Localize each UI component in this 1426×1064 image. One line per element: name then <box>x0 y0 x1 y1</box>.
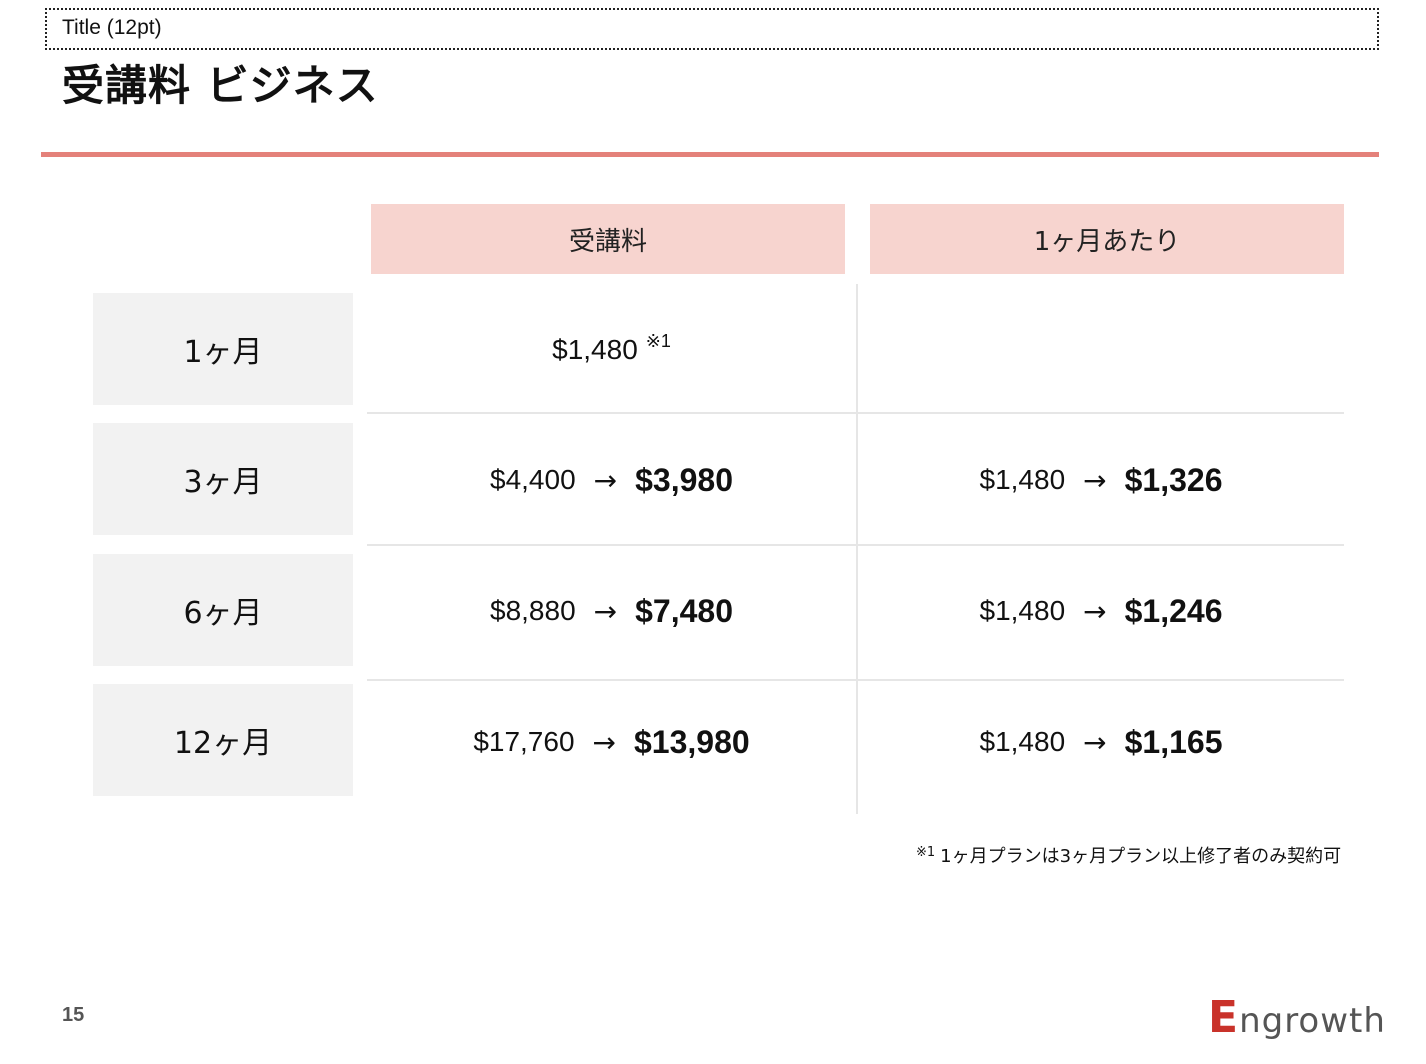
fee-price: $1,480 <box>552 334 638 365</box>
arrow-icon: → <box>1083 463 1107 497</box>
row-label-6-months: 6ヶ月 <box>93 554 353 666</box>
monthly-cell-6-months: $1,480 → $1,246 <box>858 546 1344 676</box>
row-label-1-month: 1ヶ月 <box>93 293 353 405</box>
monthly-cell-12-months: $1,480 → $1,165 <box>858 677 1344 807</box>
footnote-text: 1ヶ月プランは3ヶ月プラン以上修了者のみ契約可 <box>940 846 1342 867</box>
monthly-cell-3-months: $1,480 → $1,326 <box>858 415 1344 545</box>
fee-old-price: $8,880 <box>490 595 576 626</box>
footnote-reference: ※1 <box>645 330 671 351</box>
arrow-icon: → <box>592 725 616 759</box>
title-placeholder-text: Title (12pt) <box>62 16 162 39</box>
fee-cell-12-months: $17,760 → $13,980 <box>367 677 856 807</box>
logo-wordmark: ngrowth <box>1239 1001 1386 1041</box>
arrow-icon: → <box>1083 725 1107 759</box>
logo-initial: E <box>1208 992 1240 1043</box>
monthly-old-price: $1,480 <box>979 726 1066 757</box>
fee-old-price: $4,400 <box>490 464 576 495</box>
footnote: ※1 1ヶ月プランは3ヶ月プラン以上修了者のみ契約可 <box>916 842 1341 868</box>
title-underline <box>41 152 1379 157</box>
monthly-new-price: $1,246 <box>1124 592 1223 629</box>
arrow-icon: → <box>593 594 618 628</box>
monthly-old-price: $1,480 <box>979 595 1066 626</box>
monthly-new-price: $1,165 <box>1124 723 1223 760</box>
fee-new-price: $13,980 <box>634 723 750 760</box>
slide-title: 受講料 ビジネス <box>62 61 379 110</box>
fee-cell-6-months: $8,880 → $7,480 <box>367 546 856 676</box>
monthly-old-price: $1,480 <box>979 464 1066 495</box>
fee-new-price: $7,480 <box>635 592 733 629</box>
monthly-new-price: $1,326 <box>1124 461 1223 498</box>
row-label-12-months: 12ヶ月 <box>93 684 353 796</box>
fee-old-price: $17,760 <box>473 726 575 757</box>
column-header-fee: 受講料 <box>371 204 845 274</box>
footnote-mark: ※1 <box>916 845 936 860</box>
fee-new-price: $3,980 <box>635 461 733 498</box>
page-number: 15 <box>62 1004 85 1026</box>
row-label-3-months: 3ヶ月 <box>93 423 353 535</box>
title-placeholder-box <box>45 8 1379 50</box>
engrowth-logo: Engrowth <box>1208 992 1386 1043</box>
fee-cell-3-months: $4,400 → $3,980 <box>367 415 856 545</box>
arrow-icon: → <box>593 463 618 497</box>
fee-cell-1-month: $1,480 ※1 <box>367 285 856 415</box>
arrow-icon: → <box>1083 594 1107 628</box>
monthly-cell-1-month-empty <box>858 285 1344 415</box>
column-header-monthly: 1ヶ月あたり <box>870 204 1344 274</box>
